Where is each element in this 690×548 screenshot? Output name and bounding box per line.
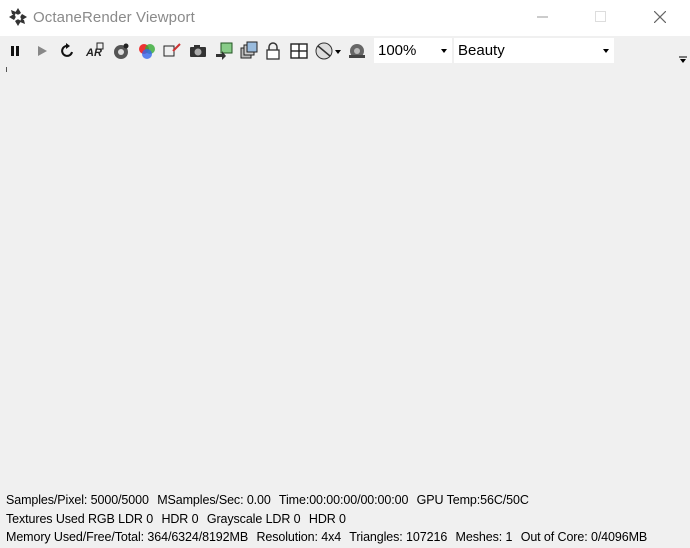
status-line-render: Samples/Pixel: 5000/5000 MSamples/Sec: 0… <box>6 493 534 507</box>
pick-white-balance-icon[interactable] <box>136 40 158 62</box>
render-pass-select[interactable]: Beauty <box>454 38 614 63</box>
octane-logo-icon <box>8 7 28 27</box>
resolution: Resolution: 4x4 <box>256 530 342 544</box>
restart-icon[interactable] <box>57 40 79 62</box>
region-render-icon[interactable]: AR <box>83 40 105 62</box>
title-bar: OctaneRender Viewport <box>0 0 690 36</box>
close-button[interactable] <box>637 0 683 34</box>
viewport-marker <box>6 67 7 72</box>
grayscale-hdr: HDR 0 <box>308 512 346 526</box>
meshes: Meshes: 1 <box>455 530 513 544</box>
toolbar-overflow-icon[interactable] <box>678 52 688 63</box>
grid-layout-icon[interactable] <box>288 40 310 62</box>
maximize-button[interactable] <box>578 0 624 34</box>
render-time: Time:00:00:00/00:00:00 <box>278 493 409 507</box>
render-viewport[interactable] <box>0 64 690 490</box>
chevron-down-icon <box>603 49 609 53</box>
grayscale-ldr: Grayscale LDR 0 <box>206 512 301 526</box>
status-line-memory: Memory Used/Free/Total: 364/6324/8192MB … <box>6 530 652 544</box>
gpu-temp: GPU Temp:56C/50C <box>416 493 529 507</box>
msamples-per-sec: MSamples/Sec: 0.00 <box>157 493 271 507</box>
render-pass-value: Beauty <box>458 42 505 59</box>
pause-icon[interactable] <box>5 40 27 62</box>
textures-rgb: Textures Used RGB LDR 0 <box>6 512 154 526</box>
triangles: Triangles: 107216 <box>349 530 448 544</box>
camera-icon[interactable] <box>187 40 209 62</box>
chevron-down-icon <box>441 49 447 53</box>
export-icon[interactable] <box>213 40 235 62</box>
samples-per-pixel: Samples/Pixel: 5000/5000 <box>6 493 149 507</box>
textures-hdr: HDR 0 <box>161 512 199 526</box>
play-icon[interactable] <box>31 40 53 62</box>
memory-usage: Memory Used/Free/Total: 364/6324/8192MB <box>6 530 249 544</box>
pick-focus-icon[interactable] <box>110 40 132 62</box>
zoom-value: 100% <box>378 42 417 59</box>
out-of-core: Out of Core: 0/4096MB <box>520 530 648 544</box>
zoom-select[interactable]: 100% <box>374 38 452 63</box>
settings-dropdown-arrow-icon[interactable] <box>333 40 343 62</box>
minimize-button[interactable] <box>520 0 566 34</box>
pick-material-icon[interactable] <box>161 40 183 62</box>
lock-icon[interactable] <box>262 40 284 62</box>
window-title: OctaneRender Viewport <box>33 9 195 26</box>
camera-view-icon[interactable] <box>346 40 368 62</box>
status-line-textures: Textures Used RGB LDR 0 HDR 0 Grayscale … <box>6 512 351 526</box>
layers-icon[interactable] <box>238 40 260 62</box>
settings-disc-icon[interactable] <box>313 40 335 62</box>
